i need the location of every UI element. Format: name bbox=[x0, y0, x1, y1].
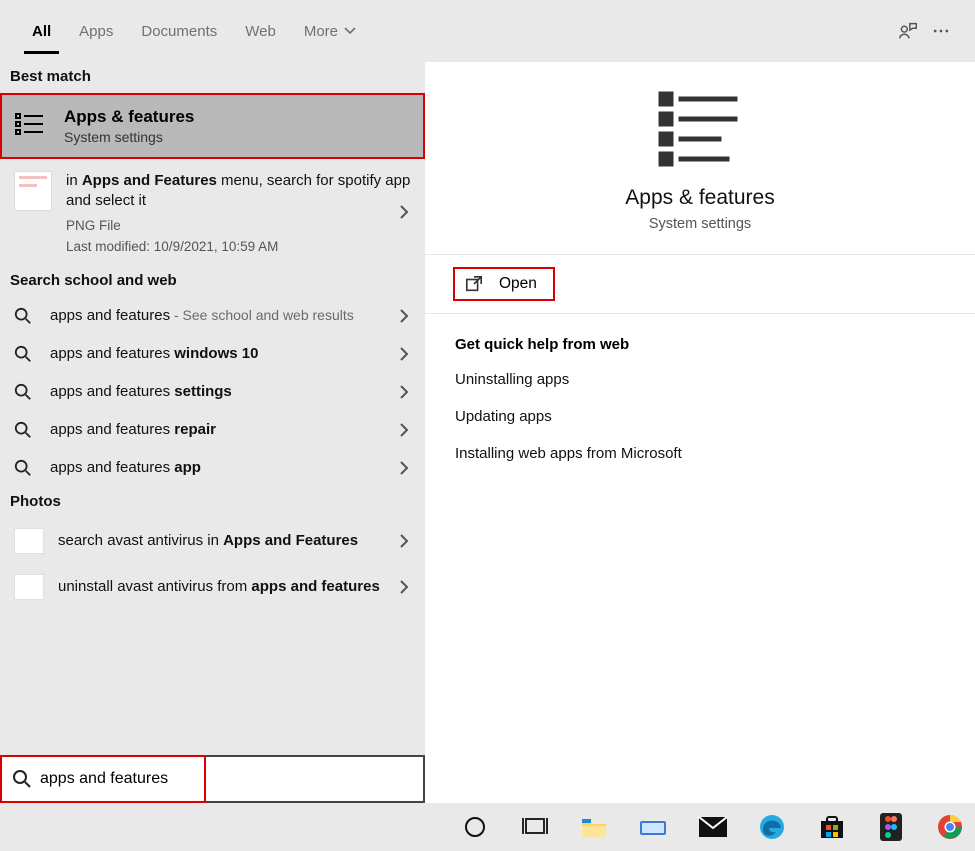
search-results-panel: Best match Apps & features System settin… bbox=[0, 62, 425, 803]
search-input[interactable] bbox=[40, 770, 413, 788]
result-preview-panel: Apps & features System settings Open Get… bbox=[425, 62, 975, 803]
file-result-type: PNG File bbox=[66, 218, 411, 233]
chevron-right-icon bbox=[399, 533, 409, 549]
group-header-photos: Photos bbox=[0, 487, 425, 518]
help-link[interactable]: Updating apps bbox=[455, 408, 945, 425]
chevron-right-icon bbox=[399, 384, 409, 400]
search-input-container[interactable] bbox=[0, 755, 425, 803]
edge-browser-icon[interactable] bbox=[755, 810, 788, 844]
microsoft-store-icon[interactable] bbox=[815, 810, 848, 844]
tab-apps[interactable]: Apps bbox=[65, 13, 127, 50]
cortana-icon[interactable] bbox=[458, 810, 491, 844]
search-icon bbox=[14, 383, 36, 401]
open-button-label: Open bbox=[499, 275, 537, 293]
preview-subtitle: System settings bbox=[649, 216, 751, 232]
more-options-icon[interactable] bbox=[931, 21, 965, 41]
search-filter-tabs: All Apps Documents Web More bbox=[0, 0, 975, 62]
open-button[interactable]: Open bbox=[453, 267, 555, 301]
web-result[interactable]: apps and features settings bbox=[0, 373, 425, 411]
chevron-right-icon bbox=[399, 204, 409, 220]
chrome-icon[interactable] bbox=[934, 810, 967, 844]
group-header-school-web: Search school and web bbox=[0, 266, 425, 297]
apps-features-list-icon bbox=[10, 109, 50, 143]
photo-thumbnail-icon bbox=[14, 528, 44, 554]
chevron-right-icon bbox=[399, 460, 409, 476]
chevron-down-icon bbox=[344, 27, 356, 35]
quick-help-heading: Get quick help from web bbox=[455, 336, 945, 353]
file-thumbnail-icon bbox=[14, 171, 52, 211]
mail-icon[interactable] bbox=[696, 810, 729, 844]
tab-web[interactable]: Web bbox=[231, 13, 290, 50]
taskbar bbox=[0, 803, 975, 851]
search-icon bbox=[14, 459, 36, 477]
best-match-result[interactable]: Apps & features System settings bbox=[0, 93, 425, 159]
chevron-right-icon bbox=[399, 346, 409, 362]
chevron-right-icon bbox=[399, 422, 409, 438]
photo-result[interactable]: uninstall avast antivirus from apps and … bbox=[0, 564, 425, 610]
help-link[interactable]: Installing web apps from Microsoft bbox=[455, 445, 945, 462]
web-result[interactable]: apps and features - See school and web r… bbox=[0, 297, 425, 335]
keyboard-icon[interactable] bbox=[637, 810, 670, 844]
file-explorer-icon[interactable] bbox=[577, 810, 610, 844]
tab-documents[interactable]: Documents bbox=[127, 13, 231, 50]
best-match-subtitle: System settings bbox=[64, 129, 194, 145]
figma-icon[interactable] bbox=[874, 810, 907, 844]
file-result[interactable]: in Apps and Features menu, search for sp… bbox=[0, 159, 425, 266]
file-result-title: in Apps and Features menu, search for sp… bbox=[66, 171, 411, 212]
apps-features-large-icon bbox=[657, 90, 743, 168]
tab-all[interactable]: All bbox=[18, 13, 65, 50]
photo-thumbnail-icon bbox=[14, 574, 44, 600]
web-result[interactable]: apps and features repair bbox=[0, 411, 425, 449]
tab-more[interactable]: More bbox=[290, 13, 370, 50]
group-header-best-match: Best match bbox=[0, 62, 425, 93]
feedback-icon[interactable] bbox=[897, 20, 931, 42]
chevron-right-icon bbox=[399, 308, 409, 324]
file-result-modified: Last modified: 10/9/2021, 10:59 AM bbox=[66, 239, 411, 254]
help-link[interactable]: Uninstalling apps bbox=[455, 371, 945, 388]
chevron-right-icon bbox=[399, 579, 409, 595]
preview-title: Apps & features bbox=[625, 186, 774, 210]
search-icon bbox=[14, 421, 36, 439]
search-icon bbox=[14, 345, 36, 363]
photo-result[interactable]: search avast antivirus in Apps and Featu… bbox=[0, 518, 425, 564]
search-icon bbox=[12, 769, 32, 789]
web-result[interactable]: apps and features app bbox=[0, 449, 425, 487]
quick-help-section: Get quick help from web Uninstalling app… bbox=[425, 314, 975, 504]
open-external-icon bbox=[465, 275, 483, 293]
search-icon bbox=[14, 307, 36, 325]
task-view-icon[interactable] bbox=[518, 810, 551, 844]
web-result[interactable]: apps and features windows 10 bbox=[0, 335, 425, 373]
best-match-title: Apps & features bbox=[64, 107, 194, 127]
